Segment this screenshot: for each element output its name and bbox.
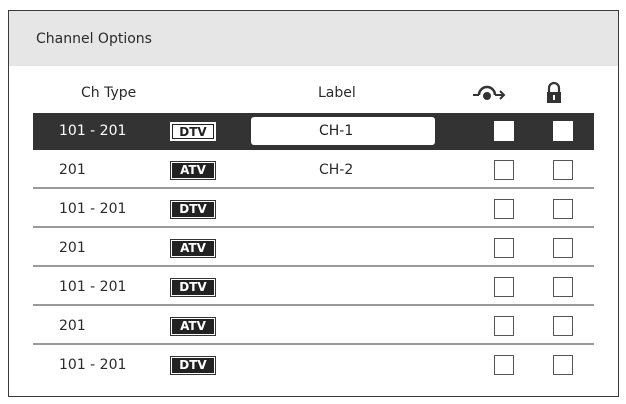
row-divider: [33, 265, 594, 267]
skip-checkbox[interactable]: [494, 121, 514, 141]
row-divider: [33, 343, 594, 345]
channel-type-badge: DTV: [170, 356, 216, 375]
panel-title: Channel Options: [36, 30, 152, 47]
lock-checkbox[interactable]: [553, 355, 573, 375]
channel-row[interactable]: 101 - 201 DTV: [33, 347, 594, 384]
channel-number: 101 - 201: [59, 357, 127, 373]
lock-checkbox[interactable]: [553, 160, 573, 180]
lock-checkbox[interactable]: [553, 121, 573, 141]
channel-type-badge: DTV: [170, 278, 216, 297]
lock-icon: [545, 81, 563, 104]
channel-type-badge: ATV: [170, 161, 216, 180]
channel-type-text: ATV: [172, 319, 214, 334]
column-header-label: Label: [318, 85, 356, 101]
channel-number: 201: [59, 318, 86, 334]
channel-type-badge: DTV: [170, 200, 216, 219]
column-headers: Ch Type Label: [9, 81, 618, 107]
row-divider: [33, 187, 594, 189]
channel-row[interactable]: 101 - 201 DTV: [33, 269, 594, 306]
panel-title-bar: Channel Options: [9, 11, 618, 66]
channel-type-text: DTV: [172, 358, 214, 373]
channel-type-badge: ATV: [170, 317, 216, 336]
row-divider: [33, 304, 594, 306]
channel-type-text: DTV: [172, 202, 214, 217]
channel-row[interactable]: 201 ATV CH-2: [33, 152, 594, 189]
skip-checkbox[interactable]: [494, 316, 514, 336]
channel-label[interactable]: CH-1: [319, 123, 353, 139]
channel-number: 201: [59, 162, 86, 178]
lock-checkbox[interactable]: [553, 199, 573, 219]
channel-type-text: ATV: [172, 241, 214, 256]
lock-checkbox[interactable]: [553, 238, 573, 258]
skip-checkbox[interactable]: [494, 277, 514, 297]
skip-channel-icon: [471, 83, 509, 105]
column-header-ch-type: Ch Type: [81, 85, 137, 101]
channel-number: 201: [59, 240, 86, 256]
channel-number: 101 - 201: [59, 201, 127, 217]
channel-number: 101 - 201: [59, 279, 127, 295]
channel-row[interactable]: 201 ATV: [33, 230, 594, 267]
channel-row[interactable]: 201 ATV: [33, 308, 594, 345]
channel-number: 101 - 201: [59, 123, 127, 139]
channel-type-text: DTV: [172, 280, 214, 295]
skip-checkbox[interactable]: [494, 199, 514, 219]
channel-type-text: DTV: [172, 124, 214, 139]
channel-options-panel: Channel Options Ch Type Label 101 - 201 D…: [8, 10, 619, 397]
channel-label: CH-2: [319, 162, 354, 178]
row-divider: [33, 226, 594, 228]
skip-checkbox[interactable]: [494, 355, 514, 375]
skip-checkbox[interactable]: [494, 238, 514, 258]
channel-row[interactable]: 101 - 201 DTV CH-1: [33, 113, 594, 150]
lock-checkbox[interactable]: [553, 277, 573, 297]
skip-checkbox[interactable]: [494, 160, 514, 180]
channel-type-badge: DTV: [170, 122, 216, 141]
channel-row[interactable]: 101 - 201 DTV: [33, 191, 594, 228]
channel-type-text: ATV: [172, 163, 214, 178]
channel-type-badge: ATV: [170, 239, 216, 258]
lock-checkbox[interactable]: [553, 316, 573, 336]
